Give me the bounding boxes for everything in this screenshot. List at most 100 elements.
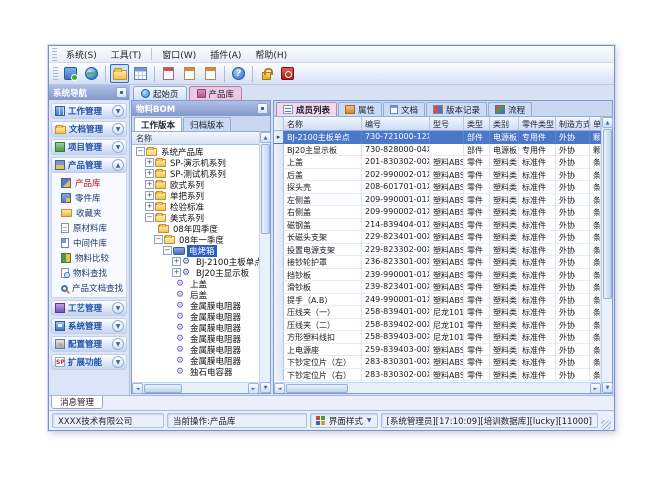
globe-button[interactable] [82,64,101,83]
column-header-7[interactable]: 单位 [590,117,601,130]
tree-node[interactable]: 上盖 [132,278,259,289]
chevron-down-icon[interactable]: ▼ [112,105,124,117]
collapse-box-icon[interactable]: − [145,213,154,222]
expand-box-icon[interactable]: + [145,202,154,211]
detail-tab-property[interactable]: 属性 [338,102,382,116]
chevron-down-icon[interactable]: ▼ [112,302,124,314]
tree-node[interactable]: +BJ-2100主板单点 [132,256,259,267]
column-header-4[interactable]: 类别 [490,117,519,130]
scroll-thumb[interactable] [603,129,612,299]
sidebar-item-middleware[interactable]: 中间件库 [52,235,126,250]
tree-column-header[interactable]: 名称 [132,132,259,145]
tree-node[interactable]: 后盖 [132,289,259,300]
tree-node[interactable]: +单把系列 [132,190,259,201]
table-row[interactable]: 上盖201-830302-00X塑料ABS零件塑料类标准件外协条 [274,156,601,169]
tree-vertical-scrollbar[interactable]: ▲ ▼ [259,132,270,393]
sidebar-group-7[interactable]: 扩展功能▼ [51,354,127,370]
sidebar-group-0[interactable]: 工作管理▼ [51,103,127,119]
table-row[interactable]: 接钞轮护罩236-823301-00X塑料ABS零件塑料类标准件外协条 [274,256,601,269]
tree-node[interactable]: 金属膜电阻器 [132,344,259,355]
column-header-2[interactable]: 型号 [430,117,464,130]
table-row[interactable]: 磁钢盖214-839404-01X塑料ABS零件塑料类标准件外协条 [274,219,601,232]
tree-node[interactable]: +欧式系列 [132,179,259,190]
sidebar-item-search[interactable]: 物料查找 [52,265,126,280]
table-row[interactable]: 左侧盖209-990001-01X塑料ABS零件塑料类标准件外协条 [274,194,601,207]
scroll-up-icon[interactable]: ▲ [602,117,613,128]
bom-tab-1[interactable]: 归档版本 [183,117,231,131]
scroll-left-icon[interactable]: ◄ [274,383,285,393]
tree-node[interactable]: 金属膜电阻器 [132,300,259,311]
scroll-thumb[interactable] [286,384,348,393]
tree-node[interactable]: 金属膜电阻器 [132,322,259,333]
tree-node[interactable]: −系统产品库 [132,146,259,157]
chevron-down-icon[interactable]: ▼ [112,356,124,368]
expand-box-icon[interactable]: + [172,268,181,277]
table-vertical-scrollbar[interactable]: ▲ ▼ [601,117,612,393]
expand-box-icon[interactable]: + [145,158,154,167]
table-row[interactable]: 压线夹（一）258-839401-00X尼龙1010零件塑料类标准件外协条 [274,306,601,319]
table-row[interactable]: 探头壳208-601701-01X塑料ABS零件塑料类标准件外协条 [274,181,601,194]
scroll-down-icon[interactable]: ▼ [602,382,613,393]
menu-item-4[interactable]: 帮助(H) [248,46,294,63]
table-row[interactable]: 长磁头支架229-823401-00X塑料ABS零件塑料类标准件外协条 [274,231,601,244]
scroll-thumb[interactable] [261,144,270,234]
tree-node[interactable]: 金属膜电阻器 [132,355,259,366]
ui-style-button[interactable]: 界面样式 ▼ [310,413,378,428]
tree-horizontal-scrollbar[interactable]: ◄ ► [132,382,259,393]
table-row[interactable]: ▸BJ-2100主板单点730-721000-12X部件电源板专用件外协颗 [274,131,601,144]
collapse-box-icon[interactable]: − [154,235,163,244]
pin-button[interactable]: ▪ [257,103,268,114]
lock-button[interactable] [257,64,276,83]
tree-node[interactable]: 独石电容器 [132,366,259,377]
detail-tab-version-record[interactable]: 版本记录 [426,102,487,116]
table-row[interactable]: 下钞定位片（左）283-830301-00X塑料ABS零件塑料类标准件外协条 [274,356,601,369]
table-row[interactable]: 滑钞板239-823401-00X塑料ABS零件塑料类标准件外协条 [274,281,601,294]
sidebar-item-product-lib[interactable]: 产品库 [52,175,126,190]
sidebar-item-part-lib[interactable]: 零件库 [52,190,126,205]
folder-open-button[interactable] [110,64,129,83]
collapse-box-icon[interactable]: − [163,246,172,255]
expand-box-icon[interactable]: + [145,169,154,178]
tree-node[interactable]: +SP-测试机系列 [132,168,259,179]
table-row[interactable]: BJ20主显示板730-828000-04X部件电源板专用件外协颗 [274,144,601,157]
expand-box-icon[interactable]: + [145,180,154,189]
menu-item-3[interactable]: 插件(A) [203,46,248,63]
table-row[interactable]: 方形塑料线扣258-839403-00X尼龙1010零件塑料类标准件外协条 [274,331,601,344]
chevron-down-icon[interactable]: ▼ [112,320,124,332]
report-orange2-button[interactable] [201,64,220,83]
detail-tab-flow[interactable]: 流程 [488,102,532,116]
table-row[interactable]: 后盖202-990002-01X塑料ABS零件塑料类标准件外协条 [274,169,601,182]
sidebar-group-3[interactable]: 产品管理▲ [51,157,127,173]
chevron-down-icon[interactable]: ▼ [112,123,124,135]
tree-node[interactable]: +SP-演示机系列 [132,157,259,168]
sidebar-item-favorites[interactable]: 收藏夹 [52,205,126,220]
table-row[interactable]: 提手（A.B）249-990001-01X塑料ABS零件塑料类标准件外协条 [274,294,601,307]
detail-tab-member-list[interactable]: 成员列表 [276,102,337,116]
column-header-1[interactable]: 编号 [362,117,430,130]
sidebar-collapse-button[interactable]: ▪ [116,87,127,98]
tree-node[interactable]: +BJ20主显示板 [132,267,259,278]
table-horizontal-scrollbar[interactable]: ◄ ► [274,382,601,393]
column-header-0[interactable]: 名称 [284,117,362,130]
tab-message-management[interactable]: 消息管理 [51,396,103,409]
detail-tab-document[interactable]: 文档 [383,102,425,116]
doc-tab-home-page[interactable]: 起始页 [133,86,187,100]
report-red-button[interactable] [159,64,178,83]
sidebar-group-4[interactable]: 工艺管理▼ [51,300,127,316]
scroll-right-icon[interactable]: ► [248,383,259,394]
scroll-thumb[interactable] [144,384,182,393]
scroll-right-icon[interactable]: ► [590,383,601,393]
chevron-down-icon[interactable]: ▼ [112,338,124,350]
new-window-button[interactable] [61,64,80,83]
expand-box-icon[interactable]: + [172,257,181,266]
sidebar-item-doc-search[interactable]: 产品文档查找 [52,280,126,295]
tree-node[interactable]: −美式系列 [132,212,259,223]
grid-view-button[interactable] [131,64,150,83]
chevron-down-icon[interactable]: ▼ [112,141,124,153]
table-row[interactable]: 压线夹（二）258-839402-00X尼龙1010零件塑料类标准件外协条 [274,319,601,332]
column-header-3[interactable]: 类型 [464,117,490,130]
sidebar-group-2[interactable]: 项目管理▼ [51,139,127,155]
tree-node[interactable]: +检验标准 [132,201,259,212]
exit-button[interactable] [278,64,297,83]
table-row[interactable]: 挡钞板239-990001-01X塑料ABS零件塑料类标准件外协条 [274,269,601,282]
